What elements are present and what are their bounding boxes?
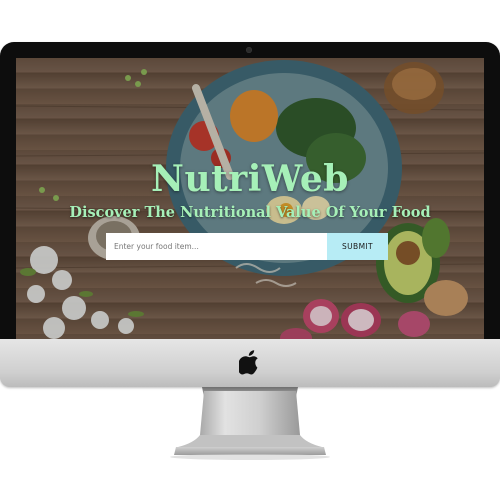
- screen-bezel: NutriWeb Discover The Nutritional Value …: [0, 42, 500, 339]
- apple-logo-icon: [239, 350, 258, 375]
- submit-button[interactable]: SUBMIT: [327, 233, 388, 260]
- brand-title: NutriWeb: [151, 158, 349, 200]
- camera-icon: [246, 47, 252, 53]
- food-search-input[interactable]: [106, 233, 327, 260]
- food-search-form: SUBMIT: [106, 233, 388, 260]
- imac-monitor: NutriWeb Discover The Nutritional Value …: [0, 42, 500, 387]
- monitor-chin: [0, 339, 500, 387]
- monitor-stand: [170, 387, 330, 460]
- website-screen: NutriWeb Discover The Nutritional Value …: [16, 58, 484, 339]
- tagline: Discover The Nutritional Value Of Your F…: [69, 204, 431, 221]
